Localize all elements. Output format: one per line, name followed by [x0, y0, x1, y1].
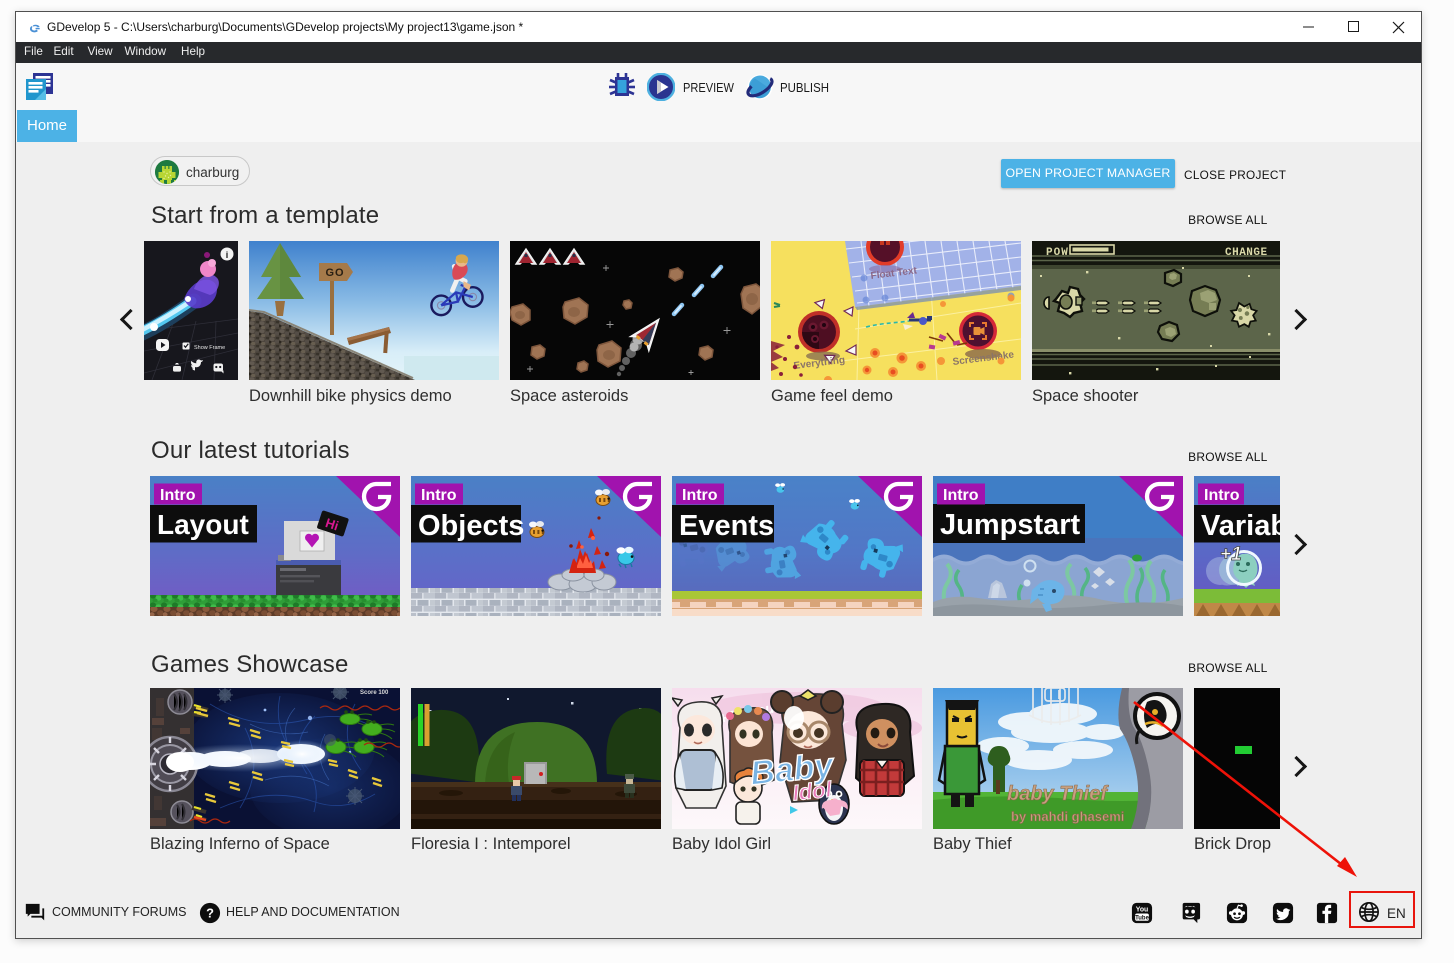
svg-text:i: i: [226, 250, 229, 260]
svg-text:by mahdi ghasemi: by mahdi ghasemi: [1011, 809, 1124, 824]
svg-text:Objects: Objects: [418, 510, 524, 542]
svg-text:Intro: Intro: [421, 487, 457, 504]
svg-text:?: ?: [206, 906, 214, 921]
svg-text:Intro: Intro: [682, 487, 718, 504]
svg-text:GO: GO: [325, 267, 344, 279]
svg-text:Jumpstart: Jumpstart: [940, 509, 1081, 541]
svg-text:Intro: Intro: [1204, 487, 1240, 504]
svg-text:Show Frame: Show Frame: [194, 345, 225, 351]
svg-text:CHANGE: CHANGE: [1225, 247, 1268, 259]
svg-text:baby Thief: baby Thief: [1007, 783, 1109, 805]
svg-text:Layout: Layout: [157, 509, 249, 540]
svg-text:Intro: Intro: [160, 487, 196, 504]
svg-text:+1: +1: [1220, 544, 1242, 565]
svg-text:Intro: Intro: [943, 487, 979, 504]
svg-text:POW: POW: [1046, 247, 1069, 259]
svg-text:Events: Events: [679, 510, 774, 542]
svg-text:Score 100: Score 100: [360, 690, 389, 696]
svg-text:You: You: [1136, 907, 1148, 914]
svg-text:Tube: Tube: [1135, 915, 1149, 921]
svg-text:Variab: Variab: [1201, 510, 1280, 542]
